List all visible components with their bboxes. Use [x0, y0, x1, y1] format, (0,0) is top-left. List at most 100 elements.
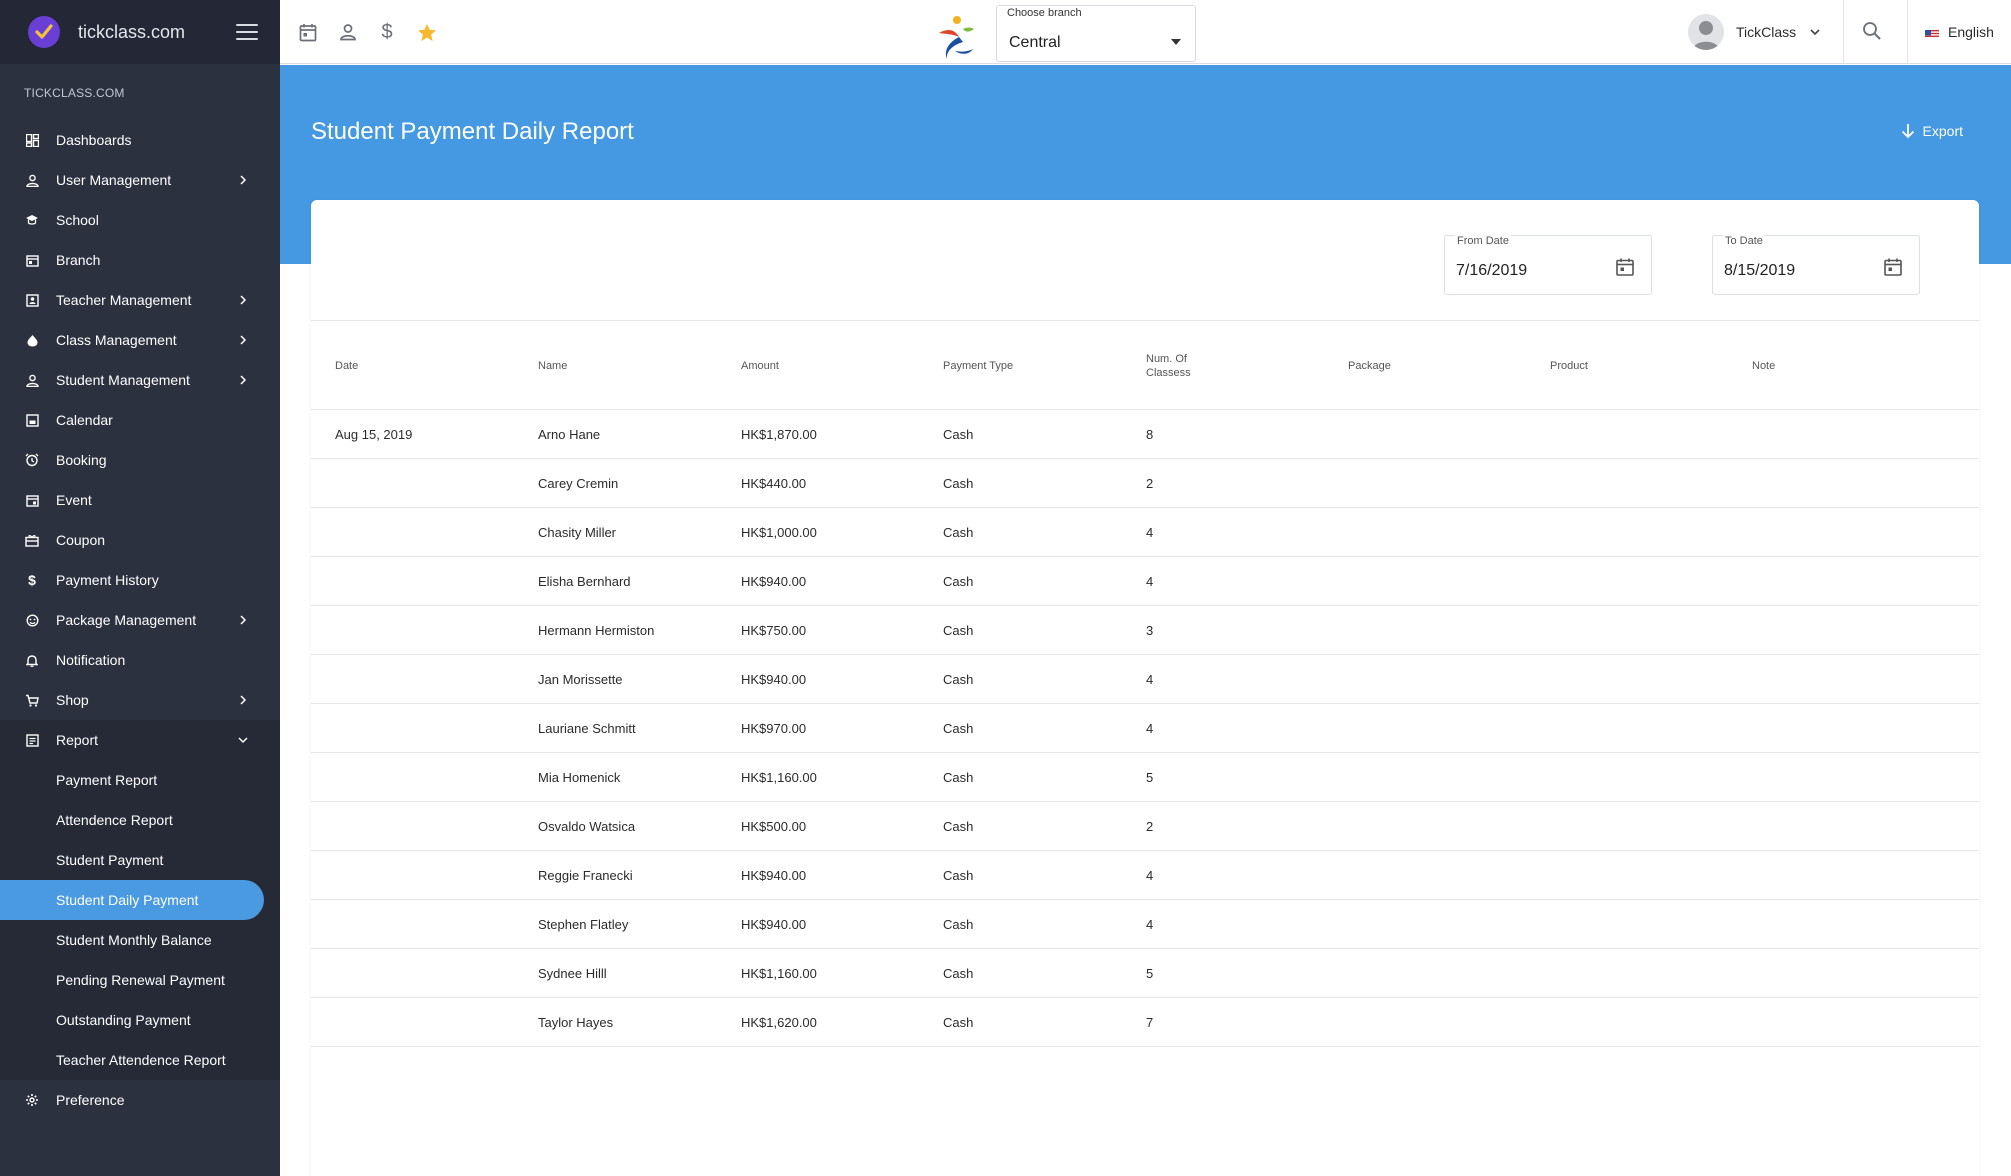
sidebar-item-calendar[interactable]: Calendar: [0, 400, 280, 440]
table-row[interactable]: Lauriane Schmitt HK$970.00 Cash 4: [311, 704, 1979, 753]
from-date-label: From Date: [1455, 235, 1511, 247]
dashboard-icon: [25, 133, 39, 147]
submenu-student-daily-payment[interactable]: Student Daily Payment: [0, 880, 264, 920]
cell-num-classes: 2: [1146, 819, 1154, 834]
branch-select[interactable]: Choose branch Central: [996, 5, 1196, 62]
chevron-right-icon: [236, 693, 250, 707]
sidebar-item-package-management[interactable]: Package Management: [0, 600, 280, 640]
sidebar-item-label: Package Management: [56, 612, 197, 628]
calendar-icon[interactable]: [1615, 257, 1635, 277]
sidebar-item-school[interactable]: School: [0, 200, 280, 240]
user-menu[interactable]: TickClass: [1688, 0, 1820, 64]
table-row[interactable]: Mia Homenick HK$1,160.00 Cash 5: [311, 753, 1979, 802]
submenu-student-monthly-balance[interactable]: Student Monthly Balance: [0, 920, 280, 960]
table-row[interactable]: Carey Cremin HK$440.00 Cash 2: [311, 459, 1979, 508]
language-selector[interactable]: English: [1925, 0, 1994, 64]
search-icon[interactable]: [1862, 21, 1884, 43]
submenu-pending-renewal-payment[interactable]: Pending Renewal Payment: [0, 960, 280, 1000]
table-row[interactable]: Elisha Bernhard HK$940.00 Cash 4: [311, 557, 1979, 606]
sidebar-item-report[interactable]: Report: [0, 720, 280, 760]
sidebar-item-branch[interactable]: Branch: [0, 240, 280, 280]
report-card: From Date 7/16/2019 To Date 8/15/2019 Da…: [311, 200, 1979, 1176]
from-date-field[interactable]: From Date 7/16/2019: [1444, 235, 1652, 295]
user-name: TickClass: [1736, 24, 1797, 40]
cell-num-classes: 4: [1146, 917, 1154, 932]
us-flag-icon: [1925, 27, 1939, 37]
submenu-teacher-attendence-report[interactable]: Teacher Attendence Report: [0, 1040, 280, 1080]
column-header-name[interactable]: Name: [538, 321, 567, 410]
submenu-student-payment[interactable]: Student Payment: [0, 840, 280, 880]
table-row[interactable]: Sydnee Hilll HK$1,160.00 Cash 5: [311, 949, 1979, 998]
sidebar-section-title: TICKCLASS.COM: [24, 86, 125, 100]
cell-payment-type: Cash: [943, 721, 974, 736]
chevron-down-icon: [236, 733, 250, 747]
sidebar-item-shop[interactable]: Shop: [0, 680, 280, 720]
column-header-payment-type[interactable]: Payment Type: [943, 321, 1013, 410]
event-icon: [25, 493, 39, 507]
column-header-product[interactable]: Product: [1550, 321, 1588, 410]
column-header-package[interactable]: Package: [1348, 321, 1391, 410]
to-date-label: To Date: [1723, 235, 1765, 247]
table-header: Date Name Amount Payment Type Num. Of Cl…: [311, 321, 1979, 410]
sidebar-item-label: Teacher Management: [56, 292, 192, 308]
menu-toggle-icon[interactable]: [236, 24, 258, 40]
cell-payment-type: Cash: [943, 1015, 974, 1030]
calendar-icon[interactable]: [297, 21, 319, 43]
export-button[interactable]: Export: [1901, 123, 1963, 139]
table-row[interactable]: Jan Morissette HK$940.00 Cash 4: [311, 655, 1979, 704]
sidebar-item-student-management[interactable]: Student Management: [0, 360, 280, 400]
star-icon[interactable]: [416, 21, 438, 43]
divider: [1843, 0, 1844, 64]
sidebar-item-label: Preference: [56, 1092, 125, 1108]
chevron-right-icon: [236, 333, 250, 347]
calendar-icon[interactable]: [1883, 257, 1903, 277]
submenu-outstanding-payment[interactable]: Outstanding Payment: [0, 1000, 280, 1040]
sidebar-item-coupon[interactable]: Coupon: [0, 520, 280, 560]
brand-name[interactable]: tickclass.com: [78, 22, 236, 43]
table-row[interactable]: Reggie Franecki HK$940.00 Cash 4: [311, 851, 1979, 900]
sidebar-item-label: Student Management: [56, 372, 190, 388]
to-date-field[interactable]: To Date 8/15/2019: [1712, 235, 1920, 295]
sidebar-item-booking[interactable]: Booking: [0, 440, 280, 480]
column-header-date[interactable]: Date: [335, 321, 358, 410]
branch-icon: [25, 253, 39, 267]
table-row[interactable]: Osvaldo Watsica HK$500.00 Cash 2: [311, 802, 1979, 851]
table-row[interactable]: Hermann Hermiston HK$750.00 Cash 3: [311, 606, 1979, 655]
table-row[interactable]: Aug 15, 2019 Arno Hane HK$1,870.00 Cash 8: [311, 410, 1979, 459]
sidebar-item-preference[interactable]: Preference: [0, 1080, 280, 1120]
table-row[interactable]: Chasity Miller HK$1,000.00 Cash 4: [311, 508, 1979, 557]
cell-num-classes: 4: [1146, 525, 1154, 540]
sidebar-menu: Dashboards User Management School Branch…: [0, 120, 280, 760]
cell-amount: HK$500.00: [741, 819, 807, 834]
sidebar-item-user-management[interactable]: User Management: [0, 160, 280, 200]
user-icon[interactable]: [337, 21, 359, 43]
dollar-icon: $: [28, 572, 36, 588]
sidebar-item-event[interactable]: Event: [0, 480, 280, 520]
sidebar-item-class-management[interactable]: Class Management: [0, 320, 280, 360]
cell-name: Jan Morissette: [538, 672, 623, 687]
page-title: Student Payment Daily Report: [311, 118, 634, 145]
sidebar-item-teacher-management[interactable]: Teacher Management: [0, 280, 280, 320]
tickclass-logo-icon[interactable]: [28, 16, 60, 48]
column-header-num-classes[interactable]: Num. Of Classess: [1146, 321, 1216, 410]
sidebar-item-notification[interactable]: Notification: [0, 640, 280, 680]
submenu-payment-report[interactable]: Payment Report: [0, 760, 280, 800]
column-header-note[interactable]: Note: [1752, 321, 1775, 410]
cell-name: Chasity Miller: [538, 525, 617, 540]
sidebar-item-payment-history[interactable]: $ Payment History: [0, 560, 280, 600]
cell-amount: HK$1,000.00: [741, 525, 817, 540]
cell-date: Aug 15, 2019: [335, 427, 413, 442]
sidebar-item-dashboards[interactable]: Dashboards: [0, 120, 280, 160]
column-header-amount[interactable]: Amount: [741, 321, 779, 410]
chevron-right-icon: [236, 613, 250, 627]
table-row[interactable]: Stephen Flatley HK$940.00 Cash 4: [311, 900, 1979, 949]
cell-name: Hermann Hermiston: [538, 623, 655, 638]
user-icon: [25, 173, 39, 187]
table-row[interactable]: Taylor Hayes HK$1,620.00 Cash 7: [311, 998, 1979, 1047]
submenu-attendence-report[interactable]: Attendence Report: [0, 800, 280, 840]
cell-name: Mia Homenick: [538, 770, 621, 785]
sidebar-item-label: Coupon: [56, 532, 106, 548]
chevron-right-icon: [236, 173, 250, 187]
sidebar-item-label: Booking: [56, 452, 107, 468]
dollar-icon[interactable]: $: [376, 21, 398, 43]
